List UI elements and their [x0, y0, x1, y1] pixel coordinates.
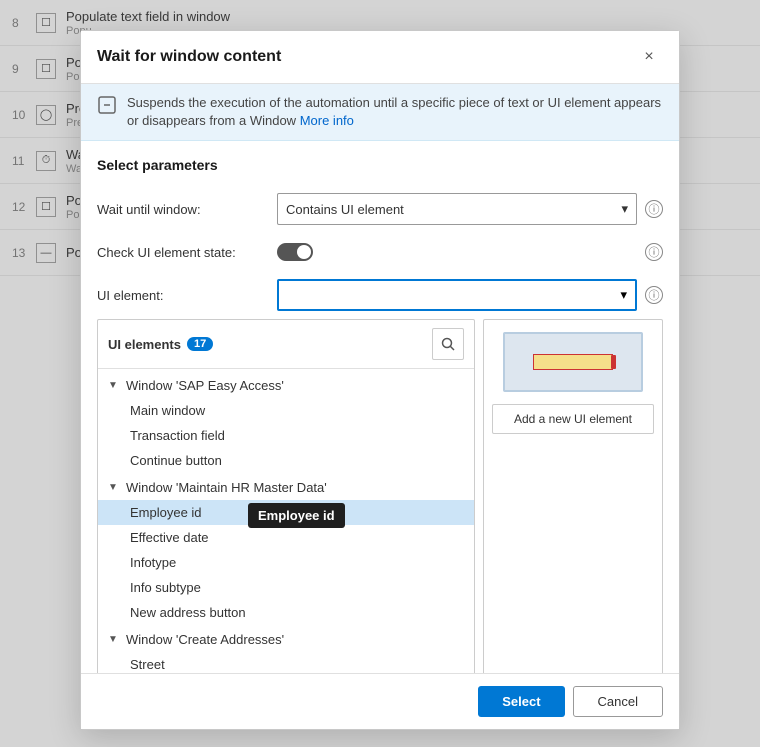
modal-body: Select parameters Wait until window: Con… [81, 141, 679, 673]
employee-id-tooltip: Employee id [248, 503, 345, 528]
check-state-label: Check UI element state: [97, 245, 277, 260]
chevron-down-icon-2: ▾ [620, 287, 627, 303]
check-state-toggle[interactable] [277, 243, 313, 261]
preview-panel: Add a new UI element [483, 319, 663, 673]
wait-until-label: Wait until window: [97, 202, 277, 217]
select-button[interactable]: Select [478, 686, 564, 717]
tree-group-3: ▼ Window 'Create Addresses' Street City … [98, 627, 474, 673]
wait-until-info-icon[interactable]: ⓘ [645, 200, 663, 218]
wait-until-control: Contains UI element ▾ ⓘ [277, 193, 663, 225]
ui-element-dropdown[interactable]: ▾ [277, 279, 637, 311]
wait-until-dropdown[interactable]: Contains UI element ▾ [277, 193, 637, 225]
tree-parent-addresses[interactable]: ▼ Window 'Create Addresses' [98, 627, 474, 652]
modal-overlay: Wait for window content × Suspends the e… [0, 0, 760, 747]
modal-footer: Select Cancel [81, 673, 679, 729]
collapse-arrow-3: ▼ [108, 634, 122, 645]
tree-parent-hr[interactable]: ▼ Window 'Maintain HR Master Data' [98, 475, 474, 500]
ui-element-preview [503, 332, 643, 392]
ui-element-info-icon[interactable]: ⓘ [645, 286, 663, 304]
add-ui-element-button[interactable]: Add a new UI element [492, 404, 654, 434]
toggle-container [277, 243, 313, 261]
cancel-button[interactable]: Cancel [573, 686, 663, 717]
section-title: Select parameters [81, 157, 679, 185]
ui-elements-area: UI elements 17 ▼ [97, 319, 663, 673]
wait-until-row: Wait until window: Contains UI element ▾… [81, 185, 679, 233]
info-banner: Suspends the execution of the automation… [81, 84, 679, 141]
tree-child-transaction-field[interactable]: Transaction field [98, 423, 474, 448]
check-state-info-icon[interactable]: ⓘ [645, 243, 663, 261]
ui-elements-panel: UI elements 17 ▼ [97, 319, 475, 673]
ui-element-row: UI element: ▾ ⓘ [81, 271, 679, 319]
check-state-control: ⓘ [277, 243, 663, 261]
tree-parent-sap[interactable]: ▼ Window 'SAP Easy Access' [98, 373, 474, 398]
tree-group-1: ▼ Window 'SAP Easy Access' Main window T… [98, 373, 474, 473]
info-banner-text: Suspends the execution of the automation… [127, 94, 663, 130]
modal-dialog: Wait for window content × Suspends the e… [80, 30, 680, 730]
check-state-row: Check UI element state: ⓘ [81, 233, 679, 271]
panel-title: UI elements [108, 337, 181, 352]
modal-title: Wait for window content [97, 48, 281, 66]
chevron-down-icon: ▾ [621, 201, 628, 217]
collapse-arrow-1: ▼ [108, 380, 122, 391]
tree-child-street[interactable]: Street [98, 652, 474, 673]
panel-header: UI elements 17 [98, 320, 474, 369]
collapse-arrow-2: ▼ [108, 482, 122, 493]
more-info-link[interactable]: More info [300, 113, 354, 128]
toggle-thumb [297, 245, 311, 259]
tree-group-2: ▼ Window 'Maintain HR Master Data' Emplo… [98, 475, 474, 625]
tree-child-effective-date[interactable]: Effective date [98, 525, 474, 550]
search-button[interactable] [432, 328, 464, 360]
ui-element-control: ▾ ⓘ [277, 279, 663, 311]
tree-child-new-address-button[interactable]: New address button [98, 600, 474, 625]
info-banner-icon [97, 95, 117, 122]
tree-child-info-subtype[interactable]: Info subtype [98, 575, 474, 600]
ui-element-label: UI element: [97, 288, 277, 303]
tree-child-infotype[interactable]: Infotype [98, 550, 474, 575]
modal-header: Wait for window content × [81, 31, 679, 84]
tree-child-continue-button[interactable]: Continue button [98, 448, 474, 473]
tree-child-main-window[interactable]: Main window [98, 398, 474, 423]
close-button[interactable]: × [635, 43, 663, 71]
ui-elements-badge: 17 [187, 337, 213, 351]
